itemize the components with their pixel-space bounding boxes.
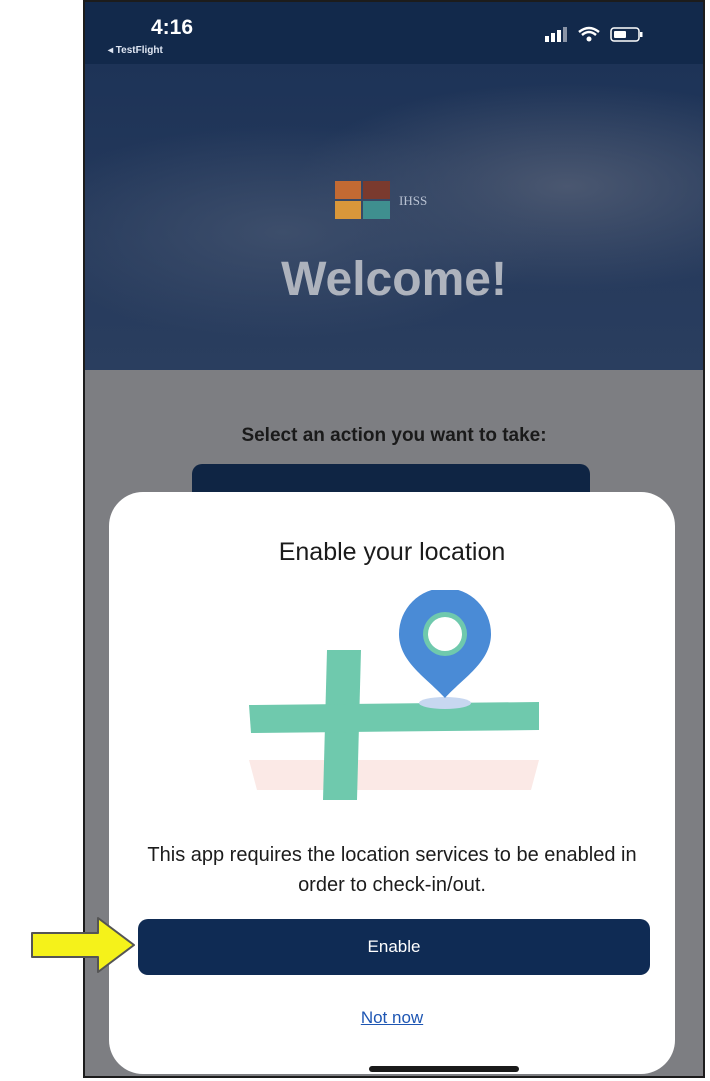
welcome-hero: IHSS Welcome! — [85, 64, 703, 370]
modal-title: Enable your location — [278, 538, 506, 566]
signal-icon — [545, 27, 567, 42]
action-prompt: Select an action you want to take: — [241, 425, 547, 446]
status-time: 4:16 — [151, 16, 194, 39]
modal-body-text: This app requires the location services … — [147, 844, 637, 896]
home-indicator — [369, 1066, 519, 1072]
status-bar: 4:16 ◂ TestFlight — [85, 2, 703, 64]
ihss-logo — [335, 181, 390, 219]
location-modal: Enable your location This app requires t… — [109, 492, 675, 1074]
not-now-link[interactable]: Not now — [109, 1008, 675, 1028]
logo-text: IHSS — [399, 193, 428, 208]
arrow-right-icon — [31, 917, 135, 973]
wifi-icon — [578, 26, 600, 42]
welcome-title: Welcome! — [281, 253, 507, 306]
map-location-pin-icon — [249, 590, 539, 800]
enable-button[interactable]: Enable — [138, 919, 650, 975]
status-icons — [545, 26, 643, 42]
back-to-testflight-link[interactable]: ◂ TestFlight — [108, 45, 163, 56]
battery-icon — [610, 27, 643, 42]
phone-frame: 4:16 ◂ TestFlight IHSS Welcome! Select a… — [83, 0, 705, 1078]
